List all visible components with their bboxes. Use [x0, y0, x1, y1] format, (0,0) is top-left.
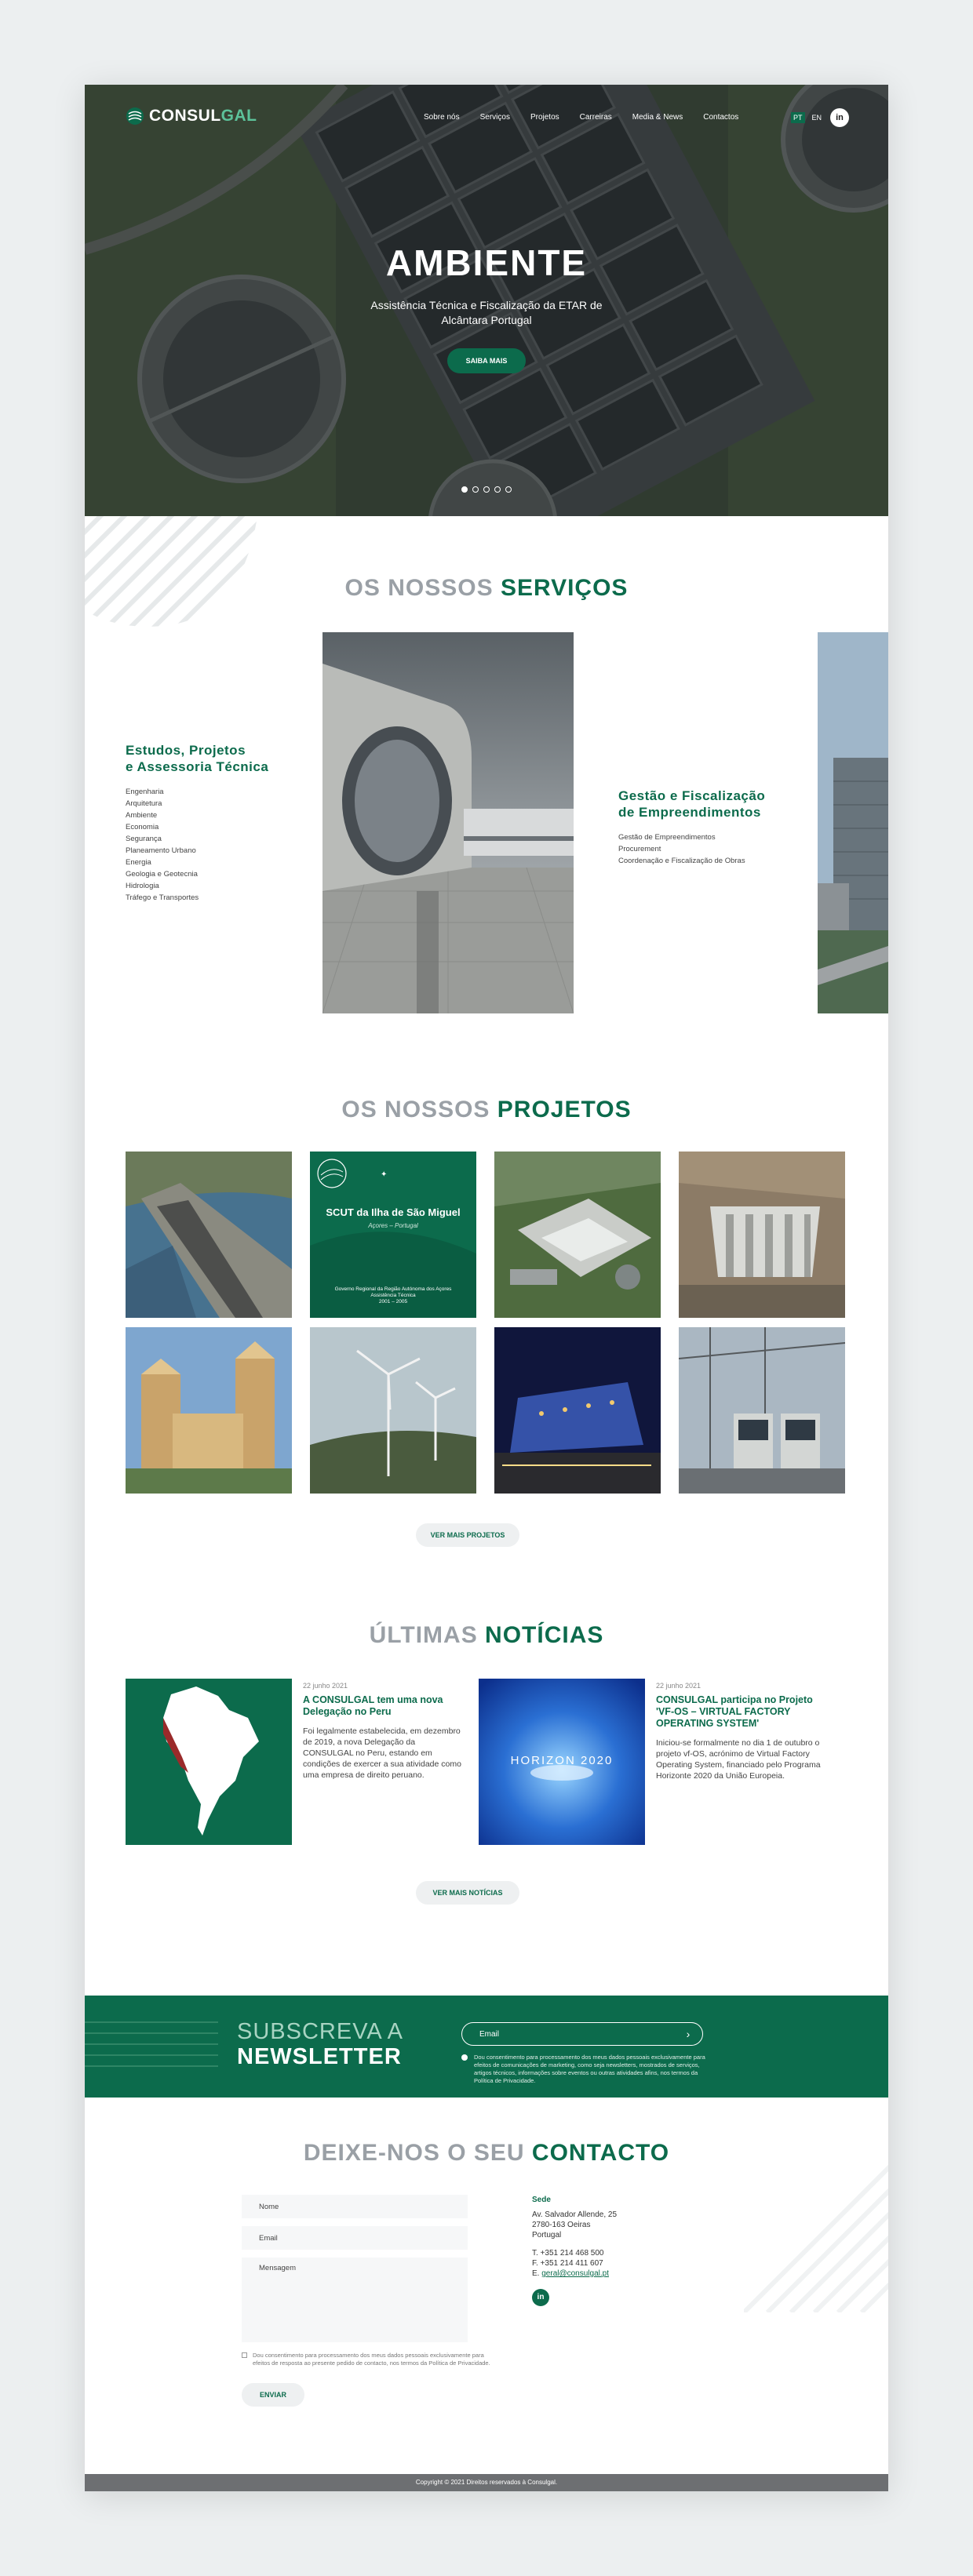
list-item[interactable]: Ambiente	[126, 810, 314, 821]
project-tile-dam[interactable]	[679, 1152, 845, 1318]
list-item[interactable]: Gestão de Empreendimentos	[618, 831, 807, 843]
news-section-title: ÚLTIMAS NOTÍCIAS	[369, 1622, 604, 1648]
list-item[interactable]: Geologia e Geotecnia	[126, 868, 314, 880]
projects-grid: ✦ SCUT da Ilha de São Miguel Açores – Po…	[126, 1152, 846, 1494]
nav-link-carreiras[interactable]: Carreiras	[580, 113, 612, 122]
newsletter-consent-radio[interactable]	[461, 2054, 468, 2061]
project-card-title: SCUT da Ilha de São Miguel	[326, 1206, 461, 1218]
horizon-2020-text: HORIZON 2020	[510, 1754, 614, 1767]
news-image-peru-map[interactable]	[126, 1679, 292, 1845]
list-item[interactable]: Economia	[126, 821, 314, 833]
slider-dots	[461, 486, 512, 493]
news-title-link[interactable]: A CONSULGAL tem uma nova Delegação no Pe…	[303, 1694, 468, 1718]
project-card-details: Governo Regional da Região Autónoma dos …	[334, 1286, 452, 1304]
slider-dot[interactable]	[483, 486, 490, 493]
service-city-image	[818, 632, 888, 1013]
hq-address: Av. Salvador Allende, 25 2780-163 Oeiras…	[532, 2210, 618, 2239]
slider-dot[interactable]	[472, 486, 479, 493]
contact-email-field[interactable]	[242, 2226, 468, 2250]
services-section-title: OS NOSSOS SERVIÇOS	[344, 575, 629, 601]
more-projects-button[interactable]: VER MAIS PROJETOS	[416, 1523, 519, 1547]
list-item[interactable]: Coordenação e Fiscalização de Obras	[618, 855, 807, 867]
footer-copyright: Copyright © 2021 Direitos reservados à C…	[85, 2474, 888, 2491]
service-building-image	[323, 632, 574, 1013]
list-item[interactable]: Procurement	[618, 843, 807, 855]
hq-email-link[interactable]: geral@consulgal.pt	[541, 2269, 609, 2278]
lang-pt[interactable]: PT	[791, 112, 805, 123]
nav-link-projetos[interactable]: Projetos	[530, 113, 559, 122]
slider-dot[interactable]	[494, 486, 501, 493]
project-tile-treatment-plant[interactable]	[494, 1152, 661, 1318]
send-button[interactable]: ENVIAR	[242, 2383, 304, 2407]
list-item[interactable]: Energia	[126, 857, 314, 868]
list-item[interactable]: Planeamento Urbano	[126, 845, 314, 857]
news-image-horizon-2020[interactable]: HORIZON 2020	[479, 1679, 645, 1845]
language-switcher: PT EN	[791, 112, 824, 123]
service-management-block: Gestão e Fiscalização de Empreendimentos…	[618, 788, 807, 867]
hq-label: Sede	[532, 2196, 551, 2204]
project-tile-scut-sao-miguel[interactable]: ✦ SCUT da Ilha de São Miguel Açores – Po…	[310, 1152, 476, 1318]
nav-link-sobre-nos[interactable]: Sobre nós	[424, 113, 460, 122]
service-studies-list: Engenharia Arquitetura Ambiente Economia…	[126, 786, 314, 904]
news-date: 22 junho 2021	[303, 1682, 348, 1690]
service-management-title[interactable]: Gestão e Fiscalização de Empreendimentos	[618, 788, 807, 820]
news-excerpt: Foi legalmente estabelecida, em dezembro…	[303, 1726, 461, 1780]
hero-title: AMBIENTE	[385, 242, 588, 283]
newsletter-email-input[interactable]	[461, 2022, 703, 2046]
linkedin-icon[interactable]: in	[830, 108, 849, 127]
svg-text:✦: ✦	[381, 1170, 387, 1179]
nav-link-contactos[interactable]: Contactos	[703, 113, 738, 122]
more-news-button[interactable]: VER MAIS NOTÍCIAS	[416, 1881, 519, 1905]
list-item[interactable]: Arquitetura	[126, 798, 314, 810]
service-studies-block: Estudos, Projetos e Assessoria Técnica E…	[126, 742, 314, 904]
contact-consent-text: Dou consentimento para processamento dos…	[253, 2352, 490, 2367]
list-item[interactable]: Tráfego e Transportes	[126, 892, 314, 904]
project-tile-night-building[interactable]	[494, 1327, 661, 1494]
hero-slider: CONSULGAL Sobre nós Serviços Projetos Ca…	[85, 85, 888, 516]
service-management-list: Gestão de Empreendimentos Procurement Co…	[618, 831, 807, 867]
project-tile-wind-farm[interactable]	[310, 1327, 476, 1494]
hero-cta-button[interactable]: SAIBA MAIS	[447, 348, 526, 373]
project-tile-airport[interactable]	[126, 1152, 292, 1318]
decorative-lines	[85, 2021, 218, 2067]
main-nav: CONSULGAL Sobre nós Serviços Projetos Ca…	[85, 85, 888, 147]
newsletter-section: SUBSCREVA A NEWSLETTER › Dou consentimen…	[85, 1996, 888, 2098]
news-item-2: 22 junho 2021 CONSULGAL participa no Pro…	[656, 1682, 821, 1781]
newsletter-consent-text: Dou consentimento para processamento dos…	[474, 2054, 705, 2084]
news-excerpt: Iniciou-se formalmente no dia 1 de outub…	[656, 1738, 821, 1781]
contact-message-field[interactable]	[242, 2258, 468, 2342]
hq-email-line: E. geral@consulgal.pt	[532, 2269, 609, 2278]
logo-mark-icon	[126, 107, 144, 125]
hero-subtitle: Assistência Técnica e Fiscalização da ET…	[370, 299, 603, 326]
news-date: 22 junho 2021	[656, 1682, 702, 1690]
project-tile-casino-hotel[interactable]	[126, 1327, 292, 1494]
projects-section-title: OS NOSSOS PROJETOS	[341, 1097, 632, 1122]
contact-section-title: DEIXE-NOS O SEU CONTACTO	[303, 2140, 670, 2166]
consulgal-logo[interactable]: CONSULGAL	[126, 107, 257, 126]
nav-link-media-news[interactable]: Media & News	[632, 113, 683, 122]
contact-name-field[interactable]	[242, 2195, 468, 2218]
list-item[interactable]: Engenharia	[126, 786, 314, 798]
nav-links: Sobre nós Serviços Projetos Carreiras Me…	[424, 113, 738, 122]
newsletter-title: SUBSCREVA A NEWSLETTER	[237, 2019, 403, 2069]
logo-wordmark: CONSULGAL	[149, 107, 257, 125]
list-item[interactable]: Segurança	[126, 833, 314, 845]
service-studies-title[interactable]: Estudos, Projetos e Assessoria Técnica	[126, 742, 314, 775]
news-title-link[interactable]: CONSULGAL participa no Projeto 'VF-OS – …	[656, 1694, 821, 1730]
project-card-subtitle: Açores – Portugal	[368, 1222, 418, 1229]
lang-en[interactable]: EN	[810, 112, 825, 123]
linkedin-icon[interactable]: in	[532, 2289, 549, 2306]
project-tile-tram[interactable]	[679, 1327, 845, 1494]
hq-fax: F. +351 214 411 607	[532, 2259, 603, 2268]
slider-dot[interactable]	[505, 486, 512, 493]
contact-info: Sede Av. Salvador Allende, 25 2780-163 O…	[532, 2195, 689, 2279]
list-item[interactable]: Hidrologia	[126, 880, 314, 892]
nav-link-servicos[interactable]: Serviços	[480, 113, 510, 122]
page: CONSULGAL Sobre nós Serviços Projetos Ca…	[85, 85, 888, 2491]
chevron-right-icon[interactable]: ›	[681, 2027, 695, 2041]
news-item-1: 22 junho 2021 A CONSULGAL tem uma nova D…	[303, 1682, 468, 1781]
slider-dot[interactable]	[461, 486, 468, 493]
hq-phone: T. +351 214 468 500	[532, 2249, 604, 2258]
decorative-stripes	[744, 2164, 888, 2312]
